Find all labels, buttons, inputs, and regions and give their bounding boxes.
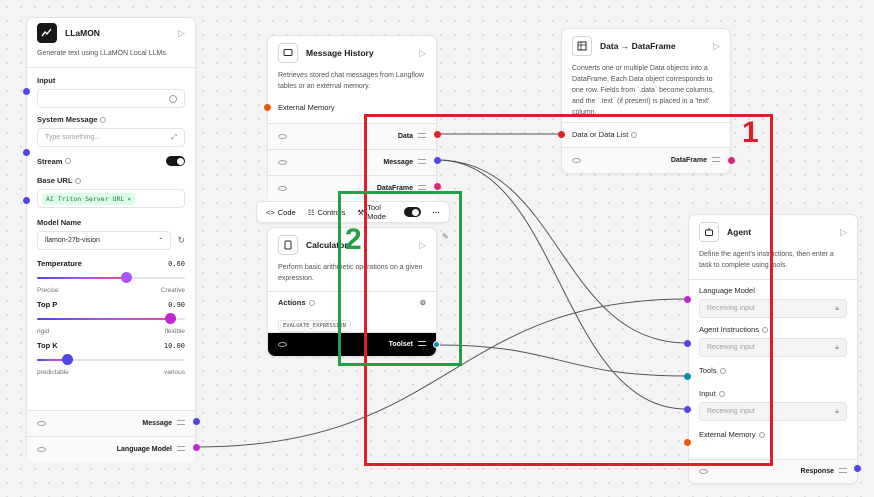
eye-icon[interactable] — [278, 160, 287, 165]
llamon-description: Generate text using LLaMON Local LLMs. — [37, 50, 168, 57]
system-message-port-handle[interactable] — [23, 149, 30, 156]
llamon-node[interactable]: LLaMON ▷ Generate text using LLaMON Loca… — [26, 17, 196, 462]
temp-min-label: Precise — [37, 287, 59, 294]
sliders-icon: ☷ — [307, 207, 315, 217]
play-icon[interactable]: ▷ — [178, 28, 185, 39]
message-square-icon — [278, 43, 298, 63]
refresh-icon[interactable]: ↻ — [177, 235, 185, 246]
top-p-slider[interactable] — [37, 313, 185, 325]
message-output-handle[interactable] — [193, 418, 200, 425]
annotation-box-2 — [338, 191, 462, 366]
llamon-logo-icon — [37, 23, 57, 43]
info-icon — [308, 299, 315, 306]
eye-icon[interactable] — [37, 421, 46, 426]
input-label: Input — [37, 76, 56, 85]
system-message-field[interactable]: Type something... ⤢ — [37, 128, 185, 147]
response-output-handle[interactable] — [854, 465, 861, 472]
top-k-slider[interactable] — [37, 354, 185, 366]
play-icon[interactable]: ▷ — [419, 48, 426, 59]
top-p-label: Top P — [37, 300, 58, 309]
globe-icon — [169, 94, 177, 103]
base-url-label: Base URL — [27, 176, 195, 185]
info-icon — [100, 116, 107, 123]
list-icon — [177, 420, 185, 425]
list-icon — [177, 446, 185, 451]
input-field[interactable] — [37, 89, 185, 108]
model-select[interactable]: llamon-27b-vision ⌃ — [37, 231, 172, 250]
top-k-max-label: various — [164, 369, 185, 376]
top-k-label: Top K — [37, 341, 58, 350]
external-memory-port-handle[interactable] — [264, 104, 271, 111]
message-history-title: Message History — [306, 48, 374, 58]
model-select-value: llamon-27b-vision — [45, 237, 100, 244]
list-icon — [839, 468, 847, 473]
chevron-updown-icon: ⌃ — [158, 238, 164, 244]
temperature-value: 0.60 — [168, 259, 185, 268]
system-message-placeholder: Type something... — [45, 134, 101, 141]
output-language-model-row[interactable]: Language Model — [27, 436, 195, 462]
external-memory-label: External Memory — [278, 103, 335, 112]
top-p-min-label: rigid — [37, 328, 50, 335]
info-icon — [75, 177, 82, 184]
slider-knob[interactable] — [165, 313, 177, 324]
language-model-output-handle[interactable] — [193, 444, 200, 451]
play-icon[interactable]: ▷ — [713, 41, 720, 52]
temperature-label: Temperature — [37, 259, 82, 268]
llamon-title: LLaMON — [65, 28, 100, 38]
eye-icon[interactable] — [699, 469, 708, 474]
annotation-label-2: 2 — [345, 223, 362, 256]
play-icon[interactable]: ▷ — [840, 227, 847, 238]
input-port-handle[interactable] — [23, 88, 30, 95]
lock-icon: 🔒︎ — [835, 343, 839, 351]
model-name-label: Model Name — [37, 218, 82, 227]
code-icon: <> — [266, 207, 275, 217]
remove-tag-icon[interactable]: × — [127, 195, 131, 203]
base-url-tag: AI Triton Server URL × — [42, 192, 136, 205]
stream-label: Stream — [37, 157, 72, 166]
system-message-label: System Message — [27, 115, 195, 124]
data-to-dataframe-title: Data → DataFrame — [600, 41, 676, 51]
eye-icon[interactable] — [278, 134, 287, 139]
base-url-port-handle[interactable] — [23, 197, 30, 204]
annotation-label-1: 1 — [742, 116, 759, 149]
eye-icon[interactable] — [278, 186, 287, 191]
info-icon — [65, 158, 72, 164]
stream-toggle[interactable] — [166, 156, 185, 166]
lock-icon: 🔒︎ — [835, 407, 839, 415]
top-k-min-label: predictable — [37, 369, 69, 376]
top-p-value: 0.90 — [168, 300, 185, 309]
actions-label: Actions — [278, 298, 315, 307]
top-k-value: 10.00 — [163, 341, 185, 350]
slider-knob[interactable] — [61, 354, 73, 365]
eye-icon[interactable] — [278, 342, 287, 347]
eye-icon[interactable] — [37, 447, 46, 452]
base-url-field[interactable]: AI Triton Server URL × — [37, 189, 185, 208]
calculator-icon — [278, 235, 298, 255]
temperature-slider[interactable] — [37, 272, 185, 284]
data-to-dataframe-description: Converts one or multiple Data objects in… — [572, 65, 715, 116]
expand-icon[interactable]: ⤢ — [171, 134, 177, 142]
temp-max-label: Creative — [160, 287, 185, 294]
message-history-description: Retrieves stored chat messages from Lang… — [278, 72, 424, 90]
table-icon — [572, 36, 592, 56]
code-button[interactable]: <> Code — [261, 203, 301, 221]
top-p-max-label: flexible — [164, 328, 185, 335]
output-message-row[interactable]: Message — [27, 410, 195, 436]
slider-knob[interactable] — [120, 272, 132, 283]
lock-icon: 🔒︎ — [835, 304, 839, 312]
